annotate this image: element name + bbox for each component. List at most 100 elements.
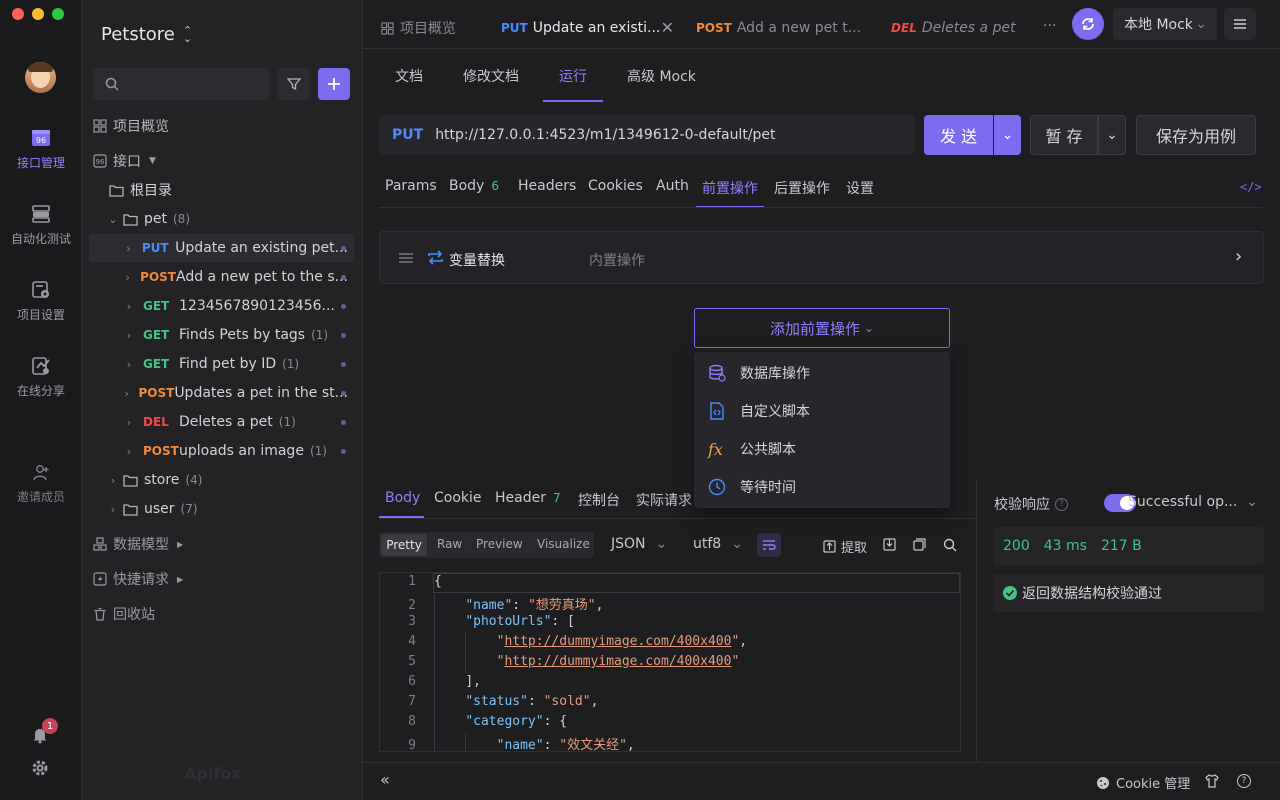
- download-icon[interactable]: [883, 538, 896, 551]
- tab-body[interactable]: Body 6: [449, 178, 499, 194]
- help-icon[interactable]: ?: [1237, 774, 1251, 788]
- cookie-manager-label: Cookie 管理: [1116, 777, 1191, 792]
- tab-headers[interactable]: Headers: [518, 178, 576, 194]
- tree-root-folder[interactable]: 根目录: [82, 176, 354, 204]
- view-mode-visualize[interactable]: Visualize: [537, 537, 590, 551]
- sync-button[interactable]: [1072, 8, 1104, 40]
- resp-tab-actual-request[interactable]: 实际请求: [636, 490, 692, 510]
- tree-folder-user[interactable]: › user (7): [82, 495, 354, 523]
- add-pre-op-button[interactable]: 添加前置操作 ⌄: [694, 308, 950, 348]
- view-mode-pretty[interactable]: Pretty: [381, 534, 427, 556]
- updown-chevron-icon: ⌃ ⌄: [182, 23, 193, 45]
- subtab-docs[interactable]: 文档: [395, 66, 423, 86]
- resp-tab-cookie[interactable]: Cookie: [434, 490, 482, 506]
- endpoint-item[interactable]: › POST uploads an image (1): [82, 437, 354, 465]
- search-icon[interactable]: [943, 538, 957, 552]
- endpoint-item[interactable]: › GET Find pet by ID (1): [82, 350, 354, 378]
- shirt-icon[interactable]: [1205, 774, 1219, 788]
- filter-button[interactable]: [278, 68, 310, 100]
- project-switcher[interactable]: Petstore ⌃ ⌄: [101, 24, 192, 45]
- endpoint-item[interactable]: › DEL Deletes a pet (1): [82, 408, 354, 436]
- tab-settings[interactable]: 设置: [846, 178, 874, 198]
- search-input[interactable]: [93, 68, 270, 100]
- resp-tab-header[interactable]: Header 7: [495, 490, 561, 506]
- subtab-run[interactable]: 运行: [559, 66, 587, 86]
- add-button[interactable]: [318, 68, 350, 100]
- hamburger-icon: [1234, 19, 1246, 29]
- endpoint-name: Add a new pet to the s...: [176, 269, 348, 285]
- response-definition-select[interactable]: Successful op... ⌄: [1128, 494, 1258, 510]
- clock-icon: [708, 478, 726, 496]
- endpoint-item[interactable]: › POST Add a new pet to the s...: [82, 263, 354, 291]
- tab-method: PUT: [501, 20, 528, 35]
- view-mode-raw[interactable]: Raw: [437, 537, 462, 551]
- minimize-window-button[interactable]: [32, 8, 44, 20]
- send-button[interactable]: 发 送: [924, 115, 993, 155]
- endpoint-item[interactable]: › POST Updates a pet in the st...: [82, 379, 354, 407]
- menu-item-database[interactable]: 数据库操作: [694, 354, 950, 392]
- copy-icon[interactable]: [913, 538, 926, 551]
- tab-del-delete-pet[interactable]: DEL Deletes a pet: [891, 8, 1016, 48]
- close-icon[interactable]: ✕: [661, 18, 674, 37]
- endpoint-item[interactable]: › GET 1234567890123456...: [82, 292, 354, 320]
- extract-label: 提取: [841, 541, 868, 556]
- rail-online-share[interactable]: 在线分享: [0, 356, 82, 399]
- save-dropdown-button[interactable]: ⌄: [1098, 115, 1126, 155]
- help-icon[interactable]: ?: [1055, 497, 1068, 511]
- format-select[interactable]: JSON ⌄: [611, 536, 667, 552]
- env-select[interactable]: 本地 Mock ⌄: [1113, 8, 1217, 40]
- pre-op-item[interactable]: 变量替换 内置操作 ›: [379, 231, 1264, 284]
- endpoint-item[interactable]: › PUT Update an existing pet...: [89, 234, 354, 262]
- save-as-case-button[interactable]: 保存为用例: [1136, 115, 1256, 155]
- send-dropdown-button[interactable]: ⌄: [994, 115, 1021, 155]
- maximize-window-button[interactable]: [52, 8, 64, 20]
- sidebar-item-quick-request[interactable]: 快捷请求 ▶: [82, 565, 354, 593]
- tab-post-add-pet[interactable]: POST Add a new pet t...: [696, 8, 861, 48]
- subtab-advanced-mock[interactable]: 高级 Mock: [627, 66, 696, 86]
- sidebar-item-api[interactable]: 96 接口 ▼: [82, 147, 354, 175]
- menu-item-public-script[interactable]: fx 公共脚本: [694, 430, 950, 468]
- global-settings-button[interactable]: [31, 759, 49, 777]
- resp-tab-console[interactable]: 控制台: [578, 490, 620, 510]
- url-bar[interactable]: PUT http://127.0.0.1:4523/m1/1349612-0-d…: [379, 115, 914, 155]
- collapse-sidebar-button[interactable]: «: [380, 770, 390, 789]
- tab-cookies[interactable]: Cookies: [588, 178, 643, 194]
- tab-pre-ops[interactable]: 前置操作: [702, 178, 758, 198]
- menu-item-wait-time[interactable]: 等待时间: [694, 468, 950, 506]
- endpoint-item[interactable]: › GET Finds Pets by tags (1): [82, 321, 354, 349]
- tab-params[interactable]: Params: [385, 178, 437, 194]
- user-avatar[interactable]: [25, 62, 56, 93]
- resp-tab-body[interactable]: Body: [385, 490, 420, 506]
- close-window-button[interactable]: [12, 8, 24, 20]
- cookie-manager-button[interactable]: Cookie 管理: [1096, 773, 1190, 792]
- menu-button[interactable]: [1224, 8, 1256, 40]
- wrap-button[interactable]: [757, 533, 781, 557]
- sidebar-item-recycle-bin[interactable]: 回收站: [82, 600, 354, 628]
- tree-folder-pet[interactable]: ⌄ pet (8): [82, 205, 354, 233]
- sidebar-item-overview[interactable]: 项目概览: [82, 112, 354, 140]
- rail-project-settings[interactable]: 项目设置: [0, 280, 82, 323]
- tree-folder-store[interactable]: › store (4): [82, 466, 354, 494]
- more-tabs-button[interactable]: ···: [1043, 18, 1056, 34]
- encoding-select[interactable]: utf8 ⌄: [693, 536, 743, 552]
- drag-handle-icon[interactable]: [399, 253, 413, 263]
- response-code-viewer[interactable]: 1{2 "name": "想劳真场", 3 "photoUrls": [4 "ht…: [379, 572, 961, 752]
- chevron-right-icon[interactable]: ›: [1235, 246, 1242, 267]
- rail-api-management[interactable]: 96 接口管理: [0, 128, 82, 171]
- code-icon[interactable]: </>: [1240, 180, 1262, 194]
- subtab-edit-docs[interactable]: 修改文档: [463, 66, 519, 86]
- view-mode-preview[interactable]: Preview: [476, 537, 523, 551]
- menu-item-custom-script[interactable]: 自定义脚本: [694, 392, 950, 430]
- request-method[interactable]: PUT: [392, 127, 423, 143]
- tab-overview[interactable]: 项目概览: [381, 8, 456, 48]
- rail-invite-members[interactable]: 邀请成员: [0, 464, 82, 505]
- tab-post-ops[interactable]: 后置操作: [774, 178, 830, 198]
- extract-button[interactable]: 提取: [823, 537, 867, 556]
- sidebar-item-data-model[interactable]: 数据模型 ▶: [82, 530, 354, 558]
- tab-auth[interactable]: Auth: [656, 178, 689, 194]
- url-input[interactable]: http://127.0.0.1:4523/m1/1349612-0-defau…: [435, 127, 775, 143]
- rail-automation-test[interactable]: 自动化测试: [0, 204, 82, 247]
- search-icon: [105, 77, 119, 91]
- save-button[interactable]: 暂 存: [1030, 115, 1098, 155]
- tab-put-update-pet[interactable]: PUT Update an existi... ✕: [490, 8, 684, 48]
